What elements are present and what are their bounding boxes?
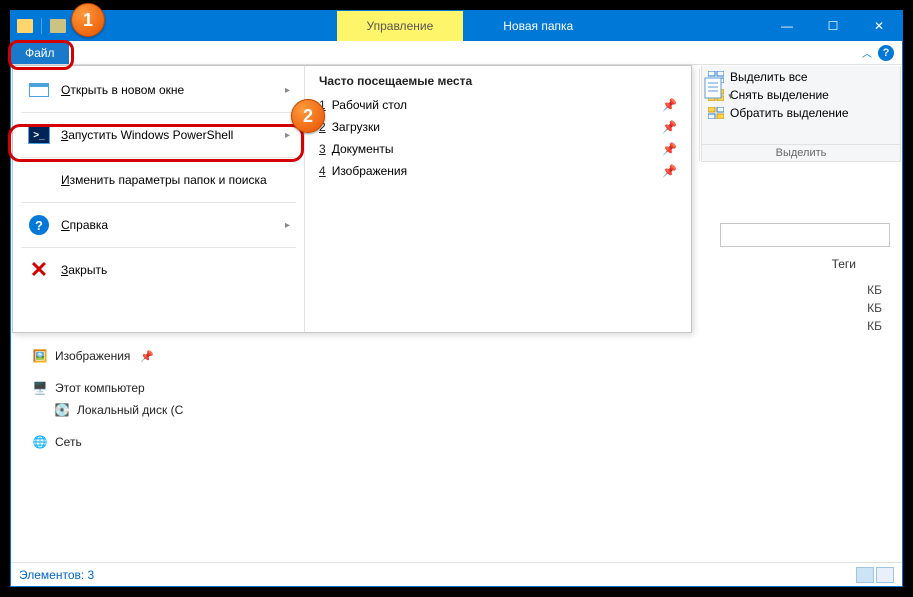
- close-button[interactable]: ✕: [856, 11, 902, 41]
- pictures-icon: 🖼️: [31, 348, 49, 364]
- computer-icon: 🖥️: [31, 380, 49, 396]
- select-none-label: Снять выделение: [730, 88, 829, 102]
- menu-separator: [21, 202, 296, 203]
- quick-access-toolbar: ▾: [11, 18, 77, 34]
- file-tab[interactable]: Файл: [11, 41, 69, 64]
- submenu-arrow-icon: ▸: [285, 220, 290, 231]
- qat-separator: [41, 18, 42, 34]
- accesskey-number: 3: [319, 142, 326, 156]
- menu-separator: [21, 157, 296, 158]
- collapse-ribbon-icon[interactable]: ︿: [862, 45, 872, 60]
- select-all-label: Выделить все: [730, 70, 808, 84]
- nav-pictures[interactable]: 🖼️ Изображения 📌: [31, 345, 221, 367]
- frequent-places-panel: Часто посещаемые места 1 РабРабочий стол…: [305, 66, 691, 332]
- file-menu-commands: Открыть в новом окне ▸ >_ Запустить Wind…: [13, 66, 305, 332]
- powershell-icon: >_: [28, 126, 50, 144]
- folder-icon: [50, 19, 66, 33]
- nav-label: Локальный диск (C: [77, 403, 183, 417]
- folder-icon: [17, 19, 33, 33]
- frequent-places-header: Часто посещаемые места: [319, 74, 677, 88]
- callout-badge-2: 2: [291, 99, 325, 133]
- submenu-arrow-icon: ▸: [285, 85, 290, 96]
- new-window-icon: [29, 83, 49, 97]
- pin-icon[interactable]: 📌: [662, 142, 677, 156]
- frequent-place-pictures[interactable]: 4 Изображения 📌: [319, 160, 677, 182]
- frequent-place-downloads[interactable]: 2 Загрузки 📌: [319, 116, 677, 138]
- frequent-place-documents[interactable]: 3 Документы 📌: [319, 138, 677, 160]
- details-view-button[interactable]: [856, 567, 874, 583]
- select-none-button[interactable]: Снять выделение: [708, 88, 894, 102]
- minimize-button[interactable]: —: [764, 11, 810, 41]
- close-x-icon: ✕: [30, 259, 48, 281]
- column-header-tags[interactable]: Теги: [832, 257, 856, 271]
- invert-selection-icon: [708, 107, 724, 119]
- callout-badge-1: 1: [71, 3, 105, 37]
- pin-icon[interactable]: 📌: [662, 98, 677, 112]
- blank-icon: [27, 170, 51, 190]
- explorer-window: ▾ Управление Новая папка — ☐ ✕ Файл ︿ ? …: [10, 10, 903, 587]
- status-bar: Элементов: 3: [11, 562, 902, 586]
- open-new-window-item[interactable]: Открыть в новом окне ▸: [13, 72, 304, 108]
- close-item[interactable]: ✕ Закрыть: [13, 252, 304, 288]
- file-menu: Открыть в новом окне ▸ >_ Запустить Wind…: [12, 65, 692, 333]
- ribbon-group-title: Выделить: [702, 144, 900, 161]
- pin-icon[interactable]: 📌: [662, 164, 677, 178]
- disk-icon: 💽: [53, 402, 71, 418]
- pin-icon: 📌: [140, 350, 154, 363]
- item-count: Элементов: 3: [19, 568, 94, 582]
- submenu-arrow-icon: ▸: [285, 130, 290, 141]
- contextual-tab-manage[interactable]: Управление: [337, 11, 464, 41]
- place-label: Загрузки: [332, 120, 380, 134]
- network-icon: 🌐: [31, 434, 49, 450]
- menu-separator: [21, 112, 296, 113]
- size-value: КБ: [867, 301, 882, 315]
- nav-label: Этот компьютер: [55, 381, 145, 395]
- frequent-place-desktop[interactable]: 1 РабРабочий столочий стол 📌: [319, 94, 677, 116]
- help-icon: ?: [29, 215, 49, 235]
- window-controls: — ☐ ✕: [764, 11, 902, 41]
- nav-this-pc[interactable]: 🖥️ Этот компьютер: [31, 377, 221, 399]
- accesskey-number: 4: [319, 164, 326, 178]
- nav-label: Изображения: [55, 349, 130, 363]
- help-icon[interactable]: ?: [878, 45, 894, 61]
- ribbon-tabs: Файл ︿ ?: [11, 41, 902, 65]
- place-label: Изображения: [332, 164, 407, 178]
- run-powershell-item[interactable]: >_ Запустить Windows PowerShell ▸: [13, 117, 304, 153]
- size-value: КБ: [867, 319, 882, 333]
- size-value: КБ: [867, 283, 882, 297]
- size-column-values: КБ КБ КБ: [867, 283, 882, 333]
- place-label: Документы: [332, 142, 394, 156]
- search-input[interactable]: [720, 223, 890, 247]
- maximize-button[interactable]: ☐: [810, 11, 856, 41]
- invert-selection-label: Обратить выделение: [730, 106, 849, 120]
- ribbon-partial-icon: ▾: [703, 77, 733, 102]
- nav-network[interactable]: 🌐 Сеть: [31, 431, 221, 453]
- window-title: Новая папка: [503, 19, 573, 33]
- folder-options-item[interactable]: Изменить параметры папок и поиска: [13, 162, 304, 198]
- menu-separator: [21, 247, 296, 248]
- ribbon-separator: [699, 69, 700, 161]
- place-label: РабРабочий столочий стол: [332, 98, 407, 112]
- help-item[interactable]: ? Справка ▸: [13, 207, 304, 243]
- nav-local-disk[interactable]: 💽 Локальный диск (C: [31, 399, 221, 421]
- invert-selection-button[interactable]: Обратить выделение: [708, 106, 894, 120]
- icons-view-button[interactable]: [876, 567, 894, 583]
- nav-label: Сеть: [55, 435, 82, 449]
- select-all-button[interactable]: Выделить все: [708, 70, 894, 84]
- titlebar: ▾ Управление Новая папка — ☐ ✕: [11, 11, 902, 41]
- pin-icon[interactable]: 📌: [662, 120, 677, 134]
